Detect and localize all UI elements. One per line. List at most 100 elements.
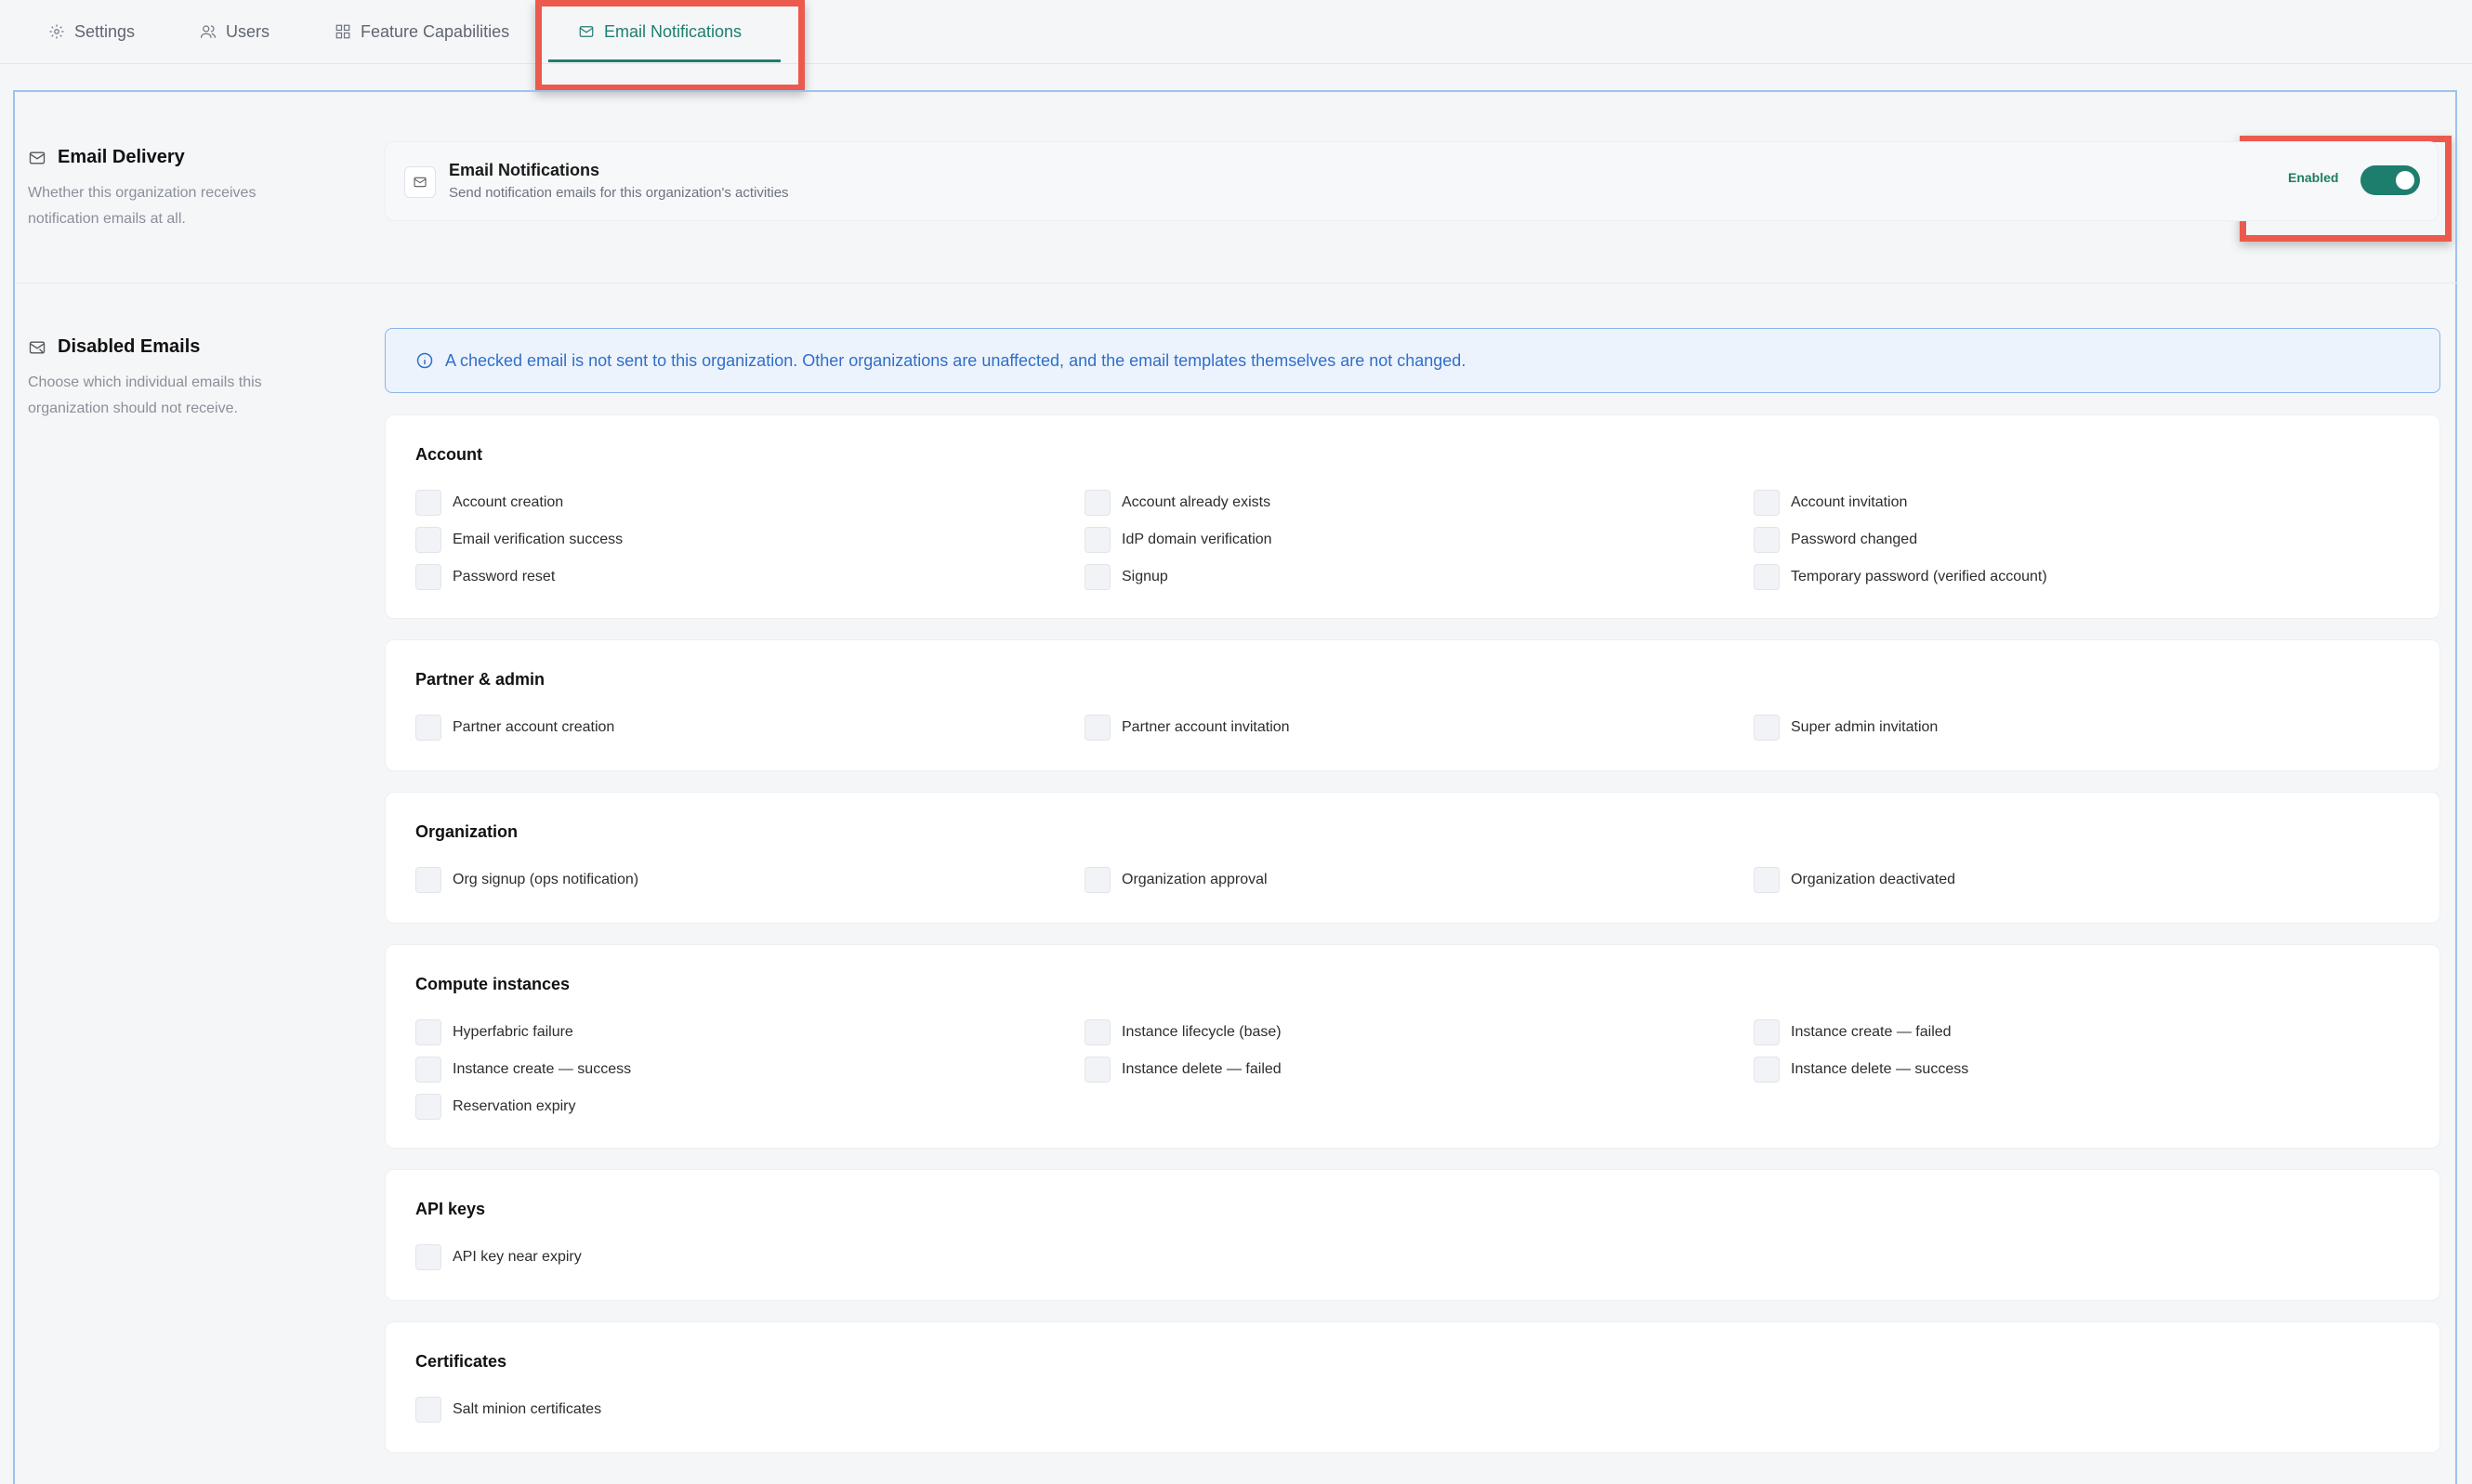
email-checkbox-item[interactable]: Instance delete — failed: [1085, 1057, 1282, 1083]
email-checkbox-item[interactable]: Account creation: [415, 490, 563, 516]
checkbox[interactable]: [415, 490, 441, 516]
disabled-emails-description: Choose which individual emails this orga…: [28, 374, 262, 416]
email-checkbox-item[interactable]: Partner account creation: [415, 715, 614, 741]
section-divider: [15, 282, 2457, 283]
checkbox[interactable]: [415, 715, 441, 741]
checkbox[interactable]: [415, 1057, 441, 1083]
checkbox-label: Temporary password (verified account): [1791, 569, 2047, 584]
tab-label: Settings: [74, 21, 136, 41]
email-checkbox-item[interactable]: Email verification success: [415, 527, 623, 553]
checkbox[interactable]: [415, 1094, 441, 1120]
checkbox[interactable]: [1085, 715, 1111, 741]
checkbox[interactable]: [1085, 1019, 1111, 1045]
tab-bar: Settings Users Feature Capabilities Emai…: [0, 0, 2472, 64]
email-checkbox-item[interactable]: Account invitation: [1754, 490, 1907, 516]
checkbox-label: Salt minion certificates: [453, 1401, 602, 1417]
checkbox[interactable]: [1754, 490, 1780, 516]
group-api-keys: API keys API key near expiry: [385, 1169, 2440, 1301]
checkbox-label: Instance lifecycle (base): [1122, 1024, 1282, 1040]
card-title: Email Notifications: [449, 161, 600, 179]
tab-label: Users: [226, 21, 270, 41]
email-checkbox-item[interactable]: Partner account invitation: [1085, 715, 1290, 741]
email-checkbox-item[interactable]: Super admin invitation: [1754, 715, 1938, 741]
checkbox-label: Account creation: [453, 494, 564, 510]
checkbox[interactable]: [1754, 564, 1780, 590]
email-checkbox-item[interactable]: Organization approval: [1085, 867, 1268, 893]
gear-icon: [49, 24, 64, 39]
checkbox-label: Reservation expiry: [453, 1098, 576, 1114]
email-notifications-card: Email Notifications Send notification em…: [385, 141, 2439, 221]
email-checkbox-item[interactable]: Instance lifecycle (base): [1085, 1019, 1282, 1045]
email-checkbox-item[interactable]: Instance delete — success: [1754, 1057, 1968, 1083]
checkbox-label: Instance create — success: [453, 1061, 632, 1077]
checkbox[interactable]: [1754, 867, 1780, 893]
email-checkbox-item[interactable]: Reservation expiry: [415, 1094, 576, 1120]
email-checkbox-item[interactable]: IdP domain verification: [1085, 527, 1272, 553]
email-checkbox-item[interactable]: Salt minion certificates: [415, 1397, 601, 1423]
checkbox-label: Organization approval: [1122, 872, 1268, 887]
checkbox-label: Partner account invitation: [1122, 719, 1290, 735]
checkbox[interactable]: [1085, 867, 1111, 893]
email-delivery-description: Whether this organization receives notif…: [28, 185, 256, 227]
info-banner: A checked email is not sent to this orga…: [385, 328, 2440, 393]
email-checkbox-item[interactable]: Password changed: [1754, 527, 1917, 553]
checkbox[interactable]: [1754, 1057, 1780, 1083]
checkbox-label: Super admin invitation: [1791, 719, 1939, 735]
email-checkbox-item[interactable]: Signup: [1085, 564, 1168, 590]
checkbox[interactable]: [415, 564, 441, 590]
grid-icon: [335, 24, 350, 39]
checkbox-label: Hyperfabric failure: [453, 1024, 573, 1040]
email-checkbox-item[interactable]: Hyperfabric failure: [415, 1019, 573, 1045]
email-checkbox-item[interactable]: Instance create — failed: [1754, 1019, 1952, 1045]
email-checkbox-item[interactable]: Account already exists: [1085, 490, 1270, 516]
checkbox-label: API key near expiry: [453, 1249, 582, 1265]
toggle-knob: [2396, 171, 2414, 190]
checkbox-label: Instance delete — success: [1791, 1061, 1969, 1077]
checkbox[interactable]: [415, 527, 441, 553]
group-partner-admin: Partner & admin Partner account creation…: [385, 639, 2440, 771]
checkbox[interactable]: [1085, 1057, 1111, 1083]
group-title: Partner & admin: [415, 670, 546, 689]
group-title: Organization: [415, 822, 519, 841]
group-compute-instances: Compute instances Hyperfabric failure In…: [385, 944, 2440, 1149]
tab-settings[interactable]: Settings: [48, 0, 135, 63]
checkbox[interactable]: [1085, 564, 1111, 590]
checkbox[interactable]: [415, 1244, 441, 1270]
email-checkbox-item[interactable]: API key near expiry: [415, 1244, 582, 1270]
users-icon: [200, 25, 217, 38]
group-title: Compute instances: [415, 975, 571, 993]
email-checkbox-item[interactable]: Organization deactivated: [1754, 867, 1955, 893]
disabled-emails-heading: Disabled Emails: [28, 336, 200, 358]
tab-users[interactable]: Users: [200, 0, 270, 63]
checkbox[interactable]: [415, 1019, 441, 1045]
checkbox[interactable]: [1754, 527, 1780, 553]
checkbox-label: Org signup (ops notification): [453, 872, 639, 887]
tab-feature-capabilities[interactable]: Feature Capabilities: [335, 0, 509, 63]
checkbox[interactable]: [1085, 490, 1111, 516]
checkbox[interactable]: [1754, 1019, 1780, 1045]
checkbox[interactable]: [415, 867, 441, 893]
checkbox[interactable]: [1754, 715, 1780, 741]
mail-icon: [404, 166, 436, 198]
tab-label: Feature Capabilities: [361, 21, 510, 41]
checkbox[interactable]: [415, 1397, 441, 1423]
mail-off-icon: [29, 341, 46, 353]
checkbox-label: Signup: [1122, 569, 1168, 584]
checkbox[interactable]: [1085, 527, 1111, 553]
group-title: Certificates: [415, 1352, 507, 1371]
section-title: Disabled Emails: [58, 336, 201, 357]
email-notifications-toggle[interactable]: [2360, 165, 2420, 195]
checkbox-label: Organization deactivated: [1791, 872, 1955, 887]
email-checkbox-item[interactable]: Password reset: [415, 564, 555, 590]
group-title: Account: [415, 445, 482, 464]
group-title: API keys: [415, 1200, 486, 1218]
group-certificates: Certificates Salt minion certificates: [385, 1321, 2440, 1453]
email-checkbox-item[interactable]: Org signup (ops notification): [415, 867, 638, 893]
checkbox-label: Partner account creation: [453, 719, 615, 735]
card-subtitle: Send notification emails for this organi…: [449, 185, 789, 201]
email-checkbox-item[interactable]: Temporary password (verified account): [1754, 564, 2047, 590]
group-account: Account Account creation Account already…: [385, 414, 2440, 619]
tab-highlight-annotation: [535, 0, 805, 91]
checkbox-label: IdP domain verification: [1122, 532, 1272, 547]
email-checkbox-item[interactable]: Instance create — success: [415, 1057, 631, 1083]
